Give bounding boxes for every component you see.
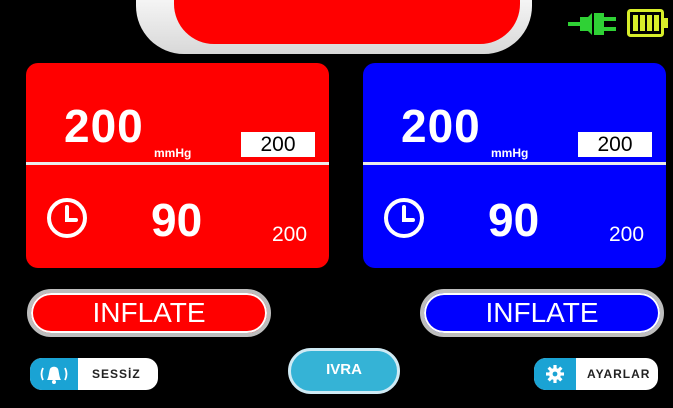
settings-label: AYARLAR: [587, 367, 651, 381]
right-timer-clock-icon: [384, 198, 424, 238]
left-timer-clock-icon: [47, 198, 87, 238]
ivra-button[interactable]: IVRA: [288, 348, 400, 394]
right-cuff-panel: 200 mmHg 200 90 200: [363, 63, 666, 268]
left-time-value: 90: [151, 194, 203, 246]
battery-full-icon: [627, 9, 668, 37]
gear-icon-box: [534, 358, 576, 390]
right-panel-divider: [363, 162, 666, 165]
right-pressure-value: 200: [401, 100, 481, 152]
mute-button[interactable]: SESSİZ: [30, 358, 158, 390]
left-cuff-panel: 200 mmHg 200 90 200: [26, 63, 329, 268]
power-plug-icon: [568, 13, 616, 35]
gear-icon: [546, 365, 564, 383]
left-set-pressure-field[interactable]: 200: [241, 132, 315, 157]
right-set-time[interactable]: 200: [609, 223, 644, 247]
mute-label: SESSİZ: [92, 367, 141, 381]
left-panel-divider: [26, 162, 329, 165]
top-banner: [174, 0, 520, 44]
right-pressure-unit: mmHg: [491, 146, 529, 160]
settings-button[interactable]: AYARLAR: [534, 358, 658, 390]
alarm-bell-icon-box: [30, 358, 78, 390]
left-set-time[interactable]: 200: [272, 223, 307, 247]
left-pressure-value: 200: [64, 100, 144, 152]
left-inflate-button[interactable]: INFLATE: [27, 289, 271, 337]
alarm-bell-icon: [40, 366, 68, 384]
right-inflate-button[interactable]: INFLATE: [420, 289, 664, 337]
right-set-pressure-field[interactable]: 200: [578, 132, 652, 157]
right-time-value: 90: [488, 194, 540, 246]
left-pressure-unit: mmHg: [154, 146, 192, 160]
